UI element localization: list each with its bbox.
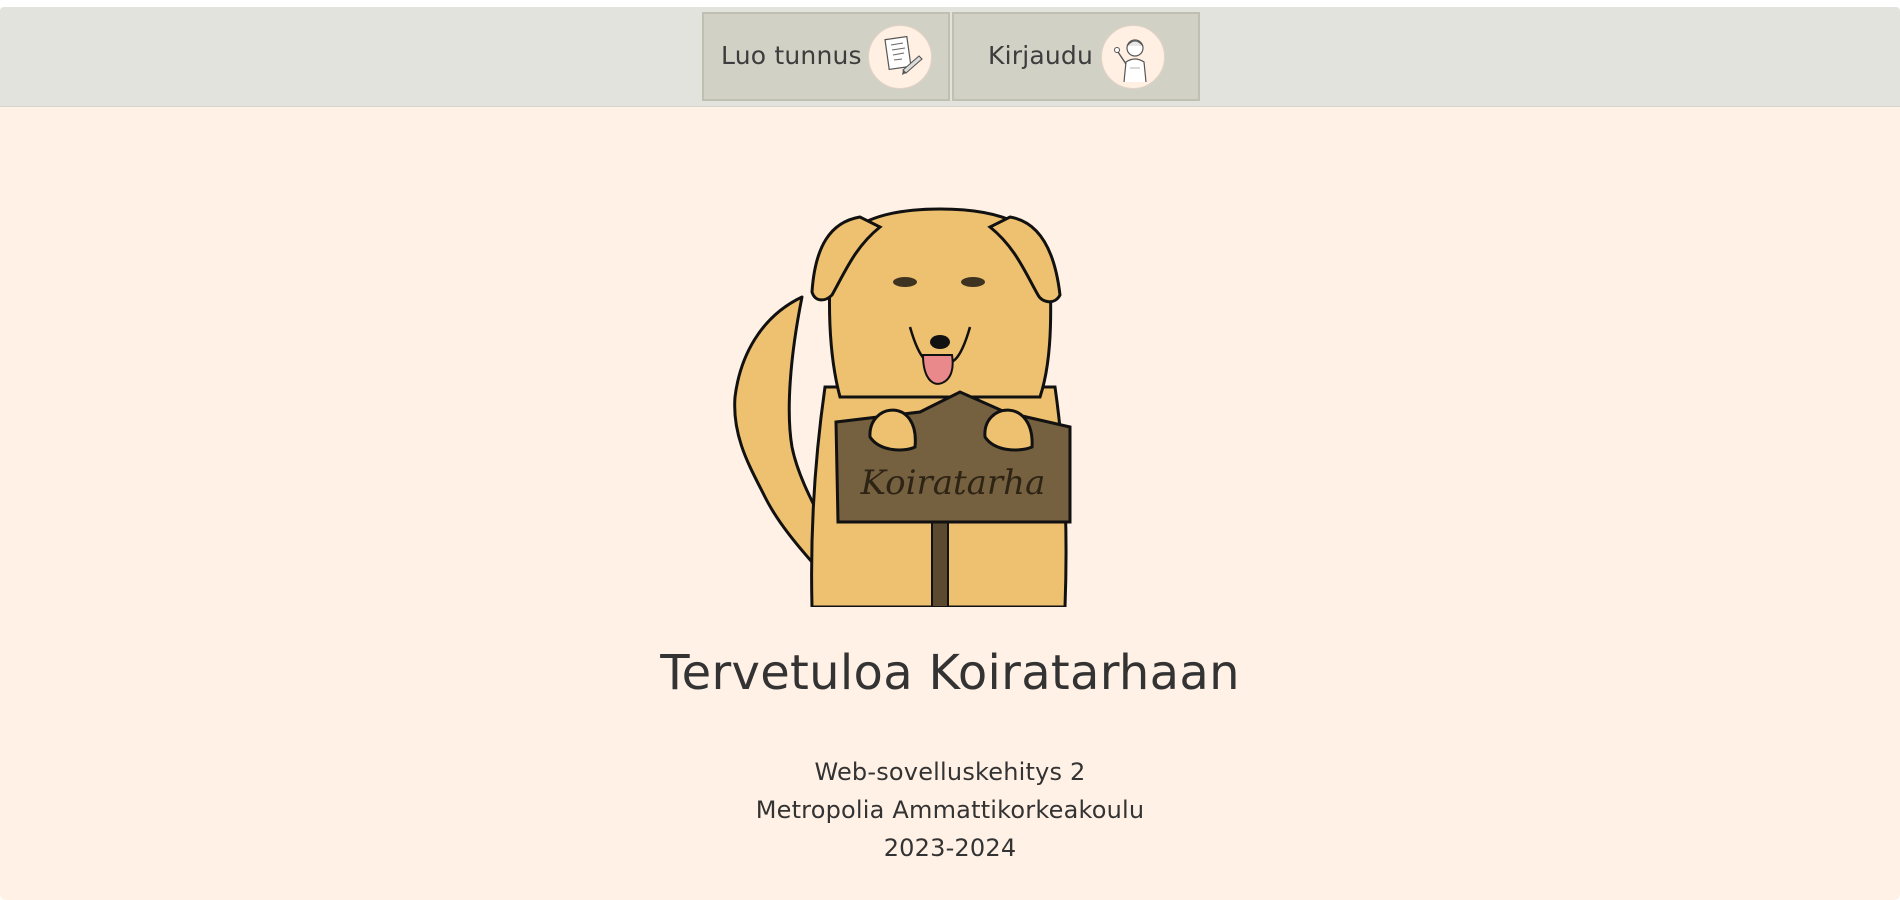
page-title: Tervetuloa Koiratarhaan	[660, 645, 1240, 701]
login-button[interactable]: Kirjaudu	[952, 12, 1200, 101]
signup-button[interactable]: Luo tunnus	[702, 12, 950, 101]
course-name: Web-sovelluskehitys 2	[814, 758, 1086, 786]
dog-left-paw	[868, 408, 917, 452]
school-name: Metropolia Ammattikorkeakoulu	[755, 796, 1145, 824]
page-frame: Luo tunnus Kirjaudu Koiratarha Tervetulo…	[0, 7, 1900, 900]
login-label: Kirjaudu	[988, 41, 1094, 70]
dog-holding-sign-illustration: Koiratarha	[733, 207, 1072, 607]
academic-year: 2023-2024	[883, 834, 1017, 862]
dog-right-eye	[961, 277, 985, 287]
waving-person-icon	[1101, 25, 1165, 89]
signup-label: Luo tunnus	[721, 41, 862, 70]
sign-text: Koiratarha	[860, 463, 1046, 503]
dog-nose	[930, 335, 950, 349]
signup-form-icon	[868, 25, 932, 89]
dog-left-eye	[893, 277, 917, 287]
top-navbar: Luo tunnus Kirjaudu	[0, 7, 1900, 107]
